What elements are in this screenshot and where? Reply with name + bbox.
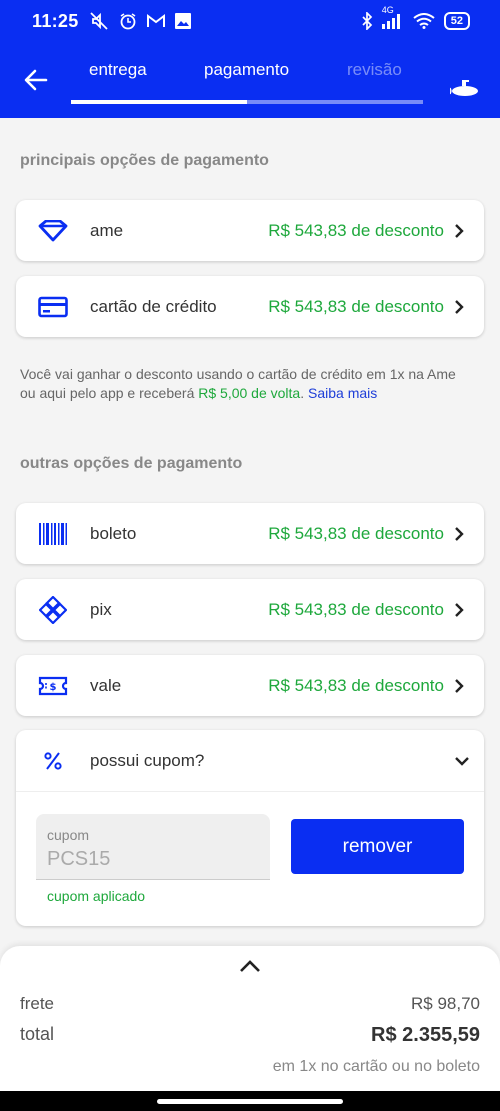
percent-icon xyxy=(44,751,62,770)
option-name: pix xyxy=(90,599,112,619)
option-name: ame xyxy=(90,220,124,240)
ame-heart-icon xyxy=(38,219,68,241)
payment-option-credit-card[interactable]: cartão de crédito R$ 543,83 de desconto xyxy=(16,276,484,337)
remove-coupon-button[interactable]: remover xyxy=(291,819,464,874)
barcode-icon xyxy=(39,522,67,545)
chevron-up-icon[interactable] xyxy=(238,958,262,974)
pix-icon xyxy=(39,595,67,624)
coupon-title: possui cupom? xyxy=(90,750,205,770)
total-label: total xyxy=(20,1024,55,1044)
coupon-input-value: PCS15 xyxy=(47,848,111,870)
chevron-right-icon xyxy=(455,299,464,314)
coupon-input[interactable]: cupom PCS15 xyxy=(36,814,270,880)
silent-icon xyxy=(89,12,108,30)
shipping-row: frete R$ 98,70 xyxy=(20,994,480,1014)
status-left: 11:25 xyxy=(32,11,191,32)
battery-indicator: 52 xyxy=(443,12,470,30)
total-row: total R$ 2.355,59 xyxy=(20,1024,480,1047)
coupon-status: cupom aplicado xyxy=(47,888,146,904)
learn-more-link[interactable]: Saiba mais xyxy=(308,385,377,401)
payment-option-pix[interactable]: pix R$ 543,83 de desconto xyxy=(16,579,484,640)
payment-option-ame[interactable]: ame R$ 543,83 de desconto xyxy=(16,200,484,261)
coupon-input-label: cupom xyxy=(47,827,90,843)
checkout-steps: entrega pagamento revisão xyxy=(71,60,423,100)
chevron-right-icon xyxy=(455,526,464,541)
shipping-label: frete xyxy=(20,994,55,1013)
payment-option-vale[interactable]: $ vale R$ 543,83 de desconto xyxy=(16,655,484,716)
option-name: cartão de crédito xyxy=(90,296,217,316)
shipping-value: R$ 98,70 xyxy=(411,994,480,1013)
option-name: boleto xyxy=(90,523,137,543)
chevron-right-icon xyxy=(455,678,464,693)
alarm-icon xyxy=(120,13,135,30)
credit-card-icon xyxy=(38,296,68,317)
back-arrow-icon[interactable] xyxy=(22,66,50,94)
chevron-right-icon xyxy=(455,602,464,617)
installments-text: em 1x no cartão ou no boleto xyxy=(272,1058,480,1075)
step-entrega[interactable]: entrega xyxy=(89,60,147,80)
main-options-title: principais opções de pagamento xyxy=(20,152,269,169)
option-discount: R$ 543,83 de desconto xyxy=(268,675,444,695)
signal-icon xyxy=(381,14,400,29)
option-name: vale xyxy=(90,675,122,695)
bluetooth-icon xyxy=(362,12,372,30)
wifi-icon xyxy=(413,13,435,29)
system-nav-bar xyxy=(0,1091,500,1111)
network-type: 4G xyxy=(381,5,394,15)
option-discount: R$ 543,83 de desconto xyxy=(268,523,444,543)
home-gesture-pill[interactable] xyxy=(157,1099,343,1104)
checkout-progress xyxy=(71,100,423,104)
status-right: 4G 52 xyxy=(361,5,470,30)
submarino-logo-icon xyxy=(450,80,478,96)
gmail-icon xyxy=(146,14,165,27)
voucher-icon: $ xyxy=(38,676,68,695)
checkout-header: entrega pagamento revisão xyxy=(0,42,500,118)
chevron-down-icon xyxy=(455,756,469,766)
info-text-end: . xyxy=(300,385,308,401)
coupon-toggle[interactable]: possui cupom? xyxy=(16,730,484,792)
step-revisao: revisão xyxy=(347,60,402,79)
svg-text:$: $ xyxy=(50,682,57,693)
checkout-progress-fill xyxy=(71,100,247,104)
option-discount: R$ 543,83 de desconto xyxy=(268,296,444,316)
image-icon xyxy=(174,13,191,29)
coupon-section: possui cupom? cupom PCS15 cupom aplicado… xyxy=(16,730,484,926)
chevron-right-icon xyxy=(455,223,464,238)
status-time: 11:25 xyxy=(32,10,79,31)
option-discount: R$ 543,83 de desconto xyxy=(268,220,444,240)
discount-info-text: Você vai ganhar o desconto usando o cart… xyxy=(20,365,460,403)
other-options-title: outras opções de pagamento xyxy=(20,455,243,472)
option-discount: R$ 543,83 de desconto xyxy=(268,599,444,619)
order-summary-sheet: frete R$ 98,70 total R$ 2.355,59 em 1x n… xyxy=(0,946,500,1091)
status-bar: 11:25 4G 52 xyxy=(0,0,500,42)
step-pagamento[interactable]: pagamento xyxy=(204,60,289,80)
cashback-amount: R$ 5,00 de volta xyxy=(198,385,301,401)
total-value: R$ 2.355,59 xyxy=(371,1024,480,1046)
payment-option-boleto[interactable]: boleto R$ 543,83 de desconto xyxy=(16,503,484,564)
